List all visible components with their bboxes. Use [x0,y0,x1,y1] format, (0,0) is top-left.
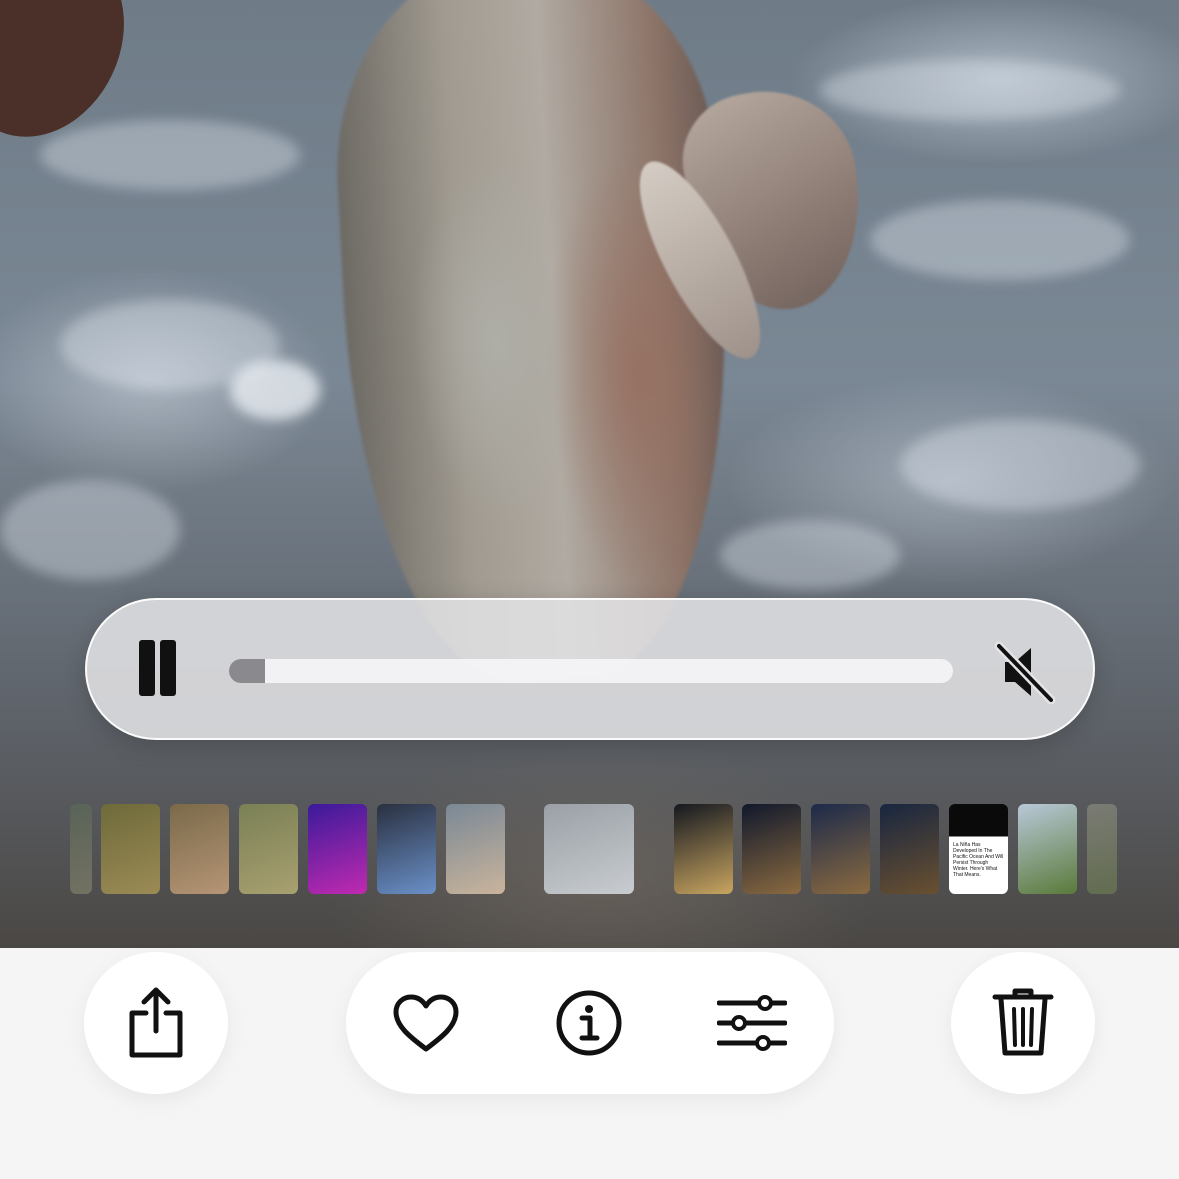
thumbnail[interactable]: La Niña Has Developed In The Pacific Oce… [949,804,1008,894]
thumbnail[interactable] [1018,804,1077,894]
thumbnail[interactable] [308,804,367,894]
thumbnail[interactable] [811,804,870,894]
thumbnail[interactable] [170,804,229,894]
sliders-icon [717,995,787,1051]
adjust-button[interactable] [692,952,812,1094]
speaker-slash-icon [994,641,1056,705]
video-playback-bar [85,598,1095,740]
thumbnail[interactable] [377,804,436,894]
thumbnail-current[interactable] [544,804,634,894]
mute-button[interactable] [993,640,1057,705]
playback-scrubber[interactable] [229,659,953,683]
heart-icon [393,994,459,1052]
delete-button[interactable] [951,952,1095,1094]
photo-viewer: La Niña Has Developed In The Pacific Oce… [0,0,1179,1179]
share-button[interactable] [84,952,228,1094]
thumbnail[interactable] [742,804,801,894]
thumbnail[interactable] [674,804,733,894]
playback-progress [229,659,265,683]
thumbnail-caption: La Niña Has Developed In The Pacific Oce… [953,842,1004,878]
thumbnail[interactable] [70,804,92,894]
pause-button[interactable] [133,640,181,698]
thumbnail[interactable] [446,804,505,894]
action-group [346,952,834,1094]
trash-icon [992,988,1054,1056]
info-button[interactable] [529,952,649,1094]
thumbnail[interactable] [880,804,939,894]
thumbnail[interactable] [239,804,298,894]
share-icon [129,987,183,1058]
thumbnail[interactable] [101,804,160,894]
thumbnail[interactable] [1087,804,1117,894]
favorite-button[interactable] [366,952,486,1094]
info-icon [556,990,622,1056]
fish-body [326,0,744,690]
pause-icon [139,640,155,696]
